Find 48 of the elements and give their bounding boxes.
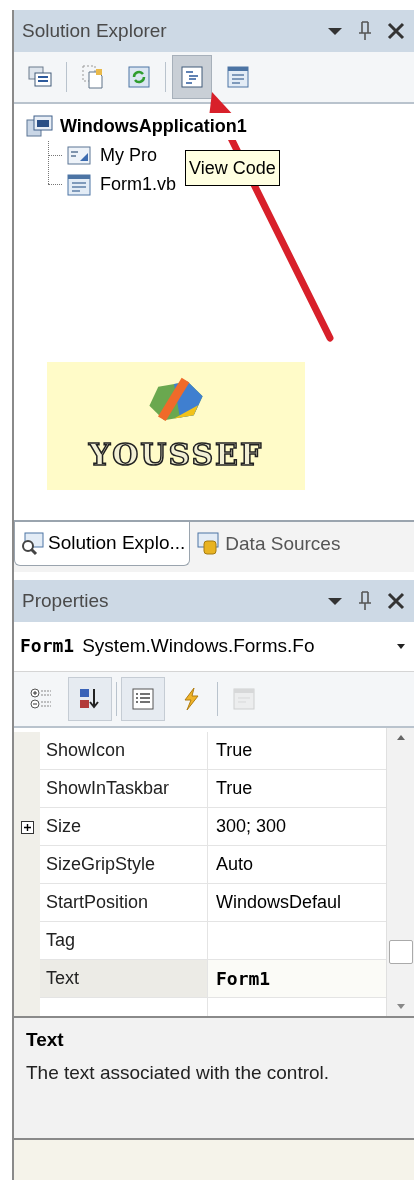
property-value[interactable]: Form1 — [208, 960, 386, 998]
property-row[interactable]: Tag — [14, 922, 386, 960]
scroll-up-icon[interactable] — [395, 734, 406, 741]
vb-project-icon — [26, 113, 54, 140]
properties-icon — [27, 64, 53, 90]
grid-margin — [14, 732, 40, 770]
close-icon[interactable] — [386, 21, 406, 41]
property-name[interactable]: Text — [40, 960, 208, 998]
tab[interactable]: Data Sources — [192, 522, 345, 566]
scroll-down-icon[interactable] — [395, 1003, 406, 1010]
panel-title: Solution Explorer — [22, 18, 167, 43]
magnifier-window-icon — [19, 530, 45, 557]
property-name[interactable]: ShowInTaskbar — [40, 770, 208, 808]
pin-icon[interactable] — [356, 590, 374, 612]
expand-icon[interactable] — [20, 820, 34, 834]
form-window-icon — [66, 171, 94, 198]
property-name[interactable]: Size — [40, 808, 208, 846]
property-row[interactable]: Size 300; 300 — [14, 808, 386, 846]
property-name[interactable]: StartPosition — [40, 884, 208, 922]
scroll-thumb[interactable] — [388, 940, 413, 964]
tooltip: View Code — [185, 150, 280, 186]
close-icon[interactable] — [386, 591, 406, 611]
dropdown-icon — [396, 643, 406, 650]
property-name[interactable]: ShowIcon — [40, 732, 208, 770]
description-title: Text — [26, 1028, 65, 1052]
panel-title: Properties — [22, 588, 109, 613]
property-name[interactable]: Tag — [40, 922, 208, 960]
property-row[interactable]: ShowInTaskbar True — [14, 770, 386, 808]
code-window-icon — [179, 64, 205, 90]
property-list-icon — [130, 686, 156, 712]
document-icon — [80, 64, 106, 90]
property-row[interactable]: StartPosition WindowsDefaul — [14, 884, 386, 922]
description-text: The text associated with the control. — [26, 1060, 331, 1085]
tree-item[interactable]: WindowsApplication1 — [60, 113, 247, 140]
code-window-button[interactable] — [172, 55, 212, 99]
property-name[interactable]: SizeGripStyle — [40, 846, 208, 884]
refresh-icon — [126, 64, 152, 90]
property-row[interactable]: SizeGripStyle Auto — [14, 846, 386, 884]
window-icon — [231, 686, 257, 712]
property-list-button[interactable] — [121, 677, 165, 721]
tab[interactable]: Solution Explo... — [14, 522, 191, 566]
scroll-bar[interactable] — [386, 728, 414, 1016]
property-row[interactable]: ShowIcon True — [14, 732, 386, 770]
form-window-icon — [225, 64, 251, 90]
sort-button[interactable] — [68, 677, 112, 721]
pin-icon[interactable] — [356, 20, 374, 42]
property-row[interactable]: Text Form1 — [14, 960, 386, 998]
logo-text: YOUSSEF — [88, 435, 264, 474]
